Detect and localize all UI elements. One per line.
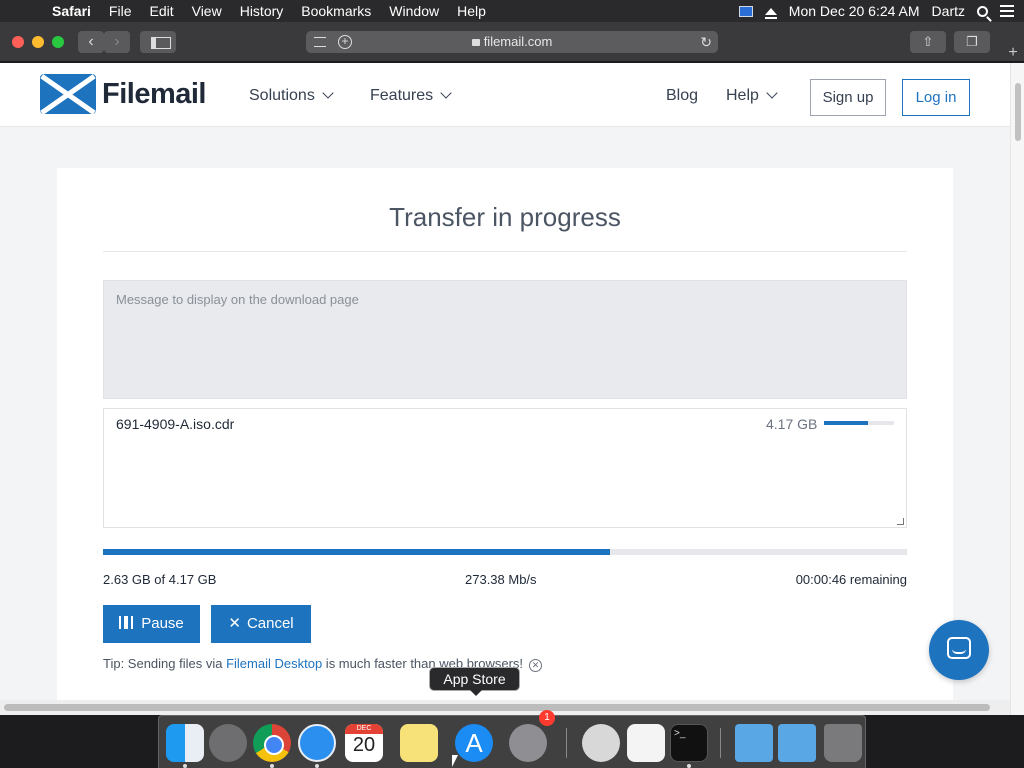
- tab-overview-button[interactable]: ❐: [954, 31, 990, 53]
- divider: [103, 251, 907, 252]
- menu-view[interactable]: View: [192, 3, 222, 19]
- forward-button[interactable]: ›: [104, 31, 130, 53]
- new-tab-button[interactable]: +: [1002, 44, 1024, 62]
- spotlight-icon[interactable]: [977, 5, 988, 17]
- chevron-down-icon: [766, 87, 778, 99]
- minimize-window-button[interactable]: [32, 36, 44, 48]
- launchpad-icon[interactable]: [209, 724, 247, 762]
- url-text: filemail.com: [483, 34, 553, 49]
- terminal-icon[interactable]: >_: [670, 724, 708, 762]
- menu-edit[interactable]: Edit: [149, 3, 173, 19]
- time-remaining: 00:00:46 remaining: [795, 572, 907, 587]
- nav-help[interactable]: Help: [726, 87, 778, 105]
- filemail-desktop-link[interactable]: Filemail Desktop: [226, 656, 322, 671]
- dock: DEC 20 A 1 >_: [158, 710, 866, 768]
- file-progress-bar: [824, 421, 894, 425]
- file-progress-fill: [824, 421, 869, 425]
- site-header: Filemail Solutions Features Blog Help Si…: [0, 63, 1010, 127]
- filemail-logo[interactable]: Filemail: [40, 74, 207, 114]
- nav-help-label: Help: [726, 87, 759, 104]
- message-placeholder: Message to display on the download page: [116, 292, 359, 307]
- address-bar[interactable]: + filemail.com ↻: [306, 31, 718, 53]
- menu-user[interactable]: Dartz: [932, 3, 965, 19]
- nav-solutions[interactable]: Solutions: [249, 87, 334, 105]
- transfer-speed: 273.38 Mb/s: [465, 572, 537, 587]
- page-title: Transfer in progress: [389, 202, 621, 232]
- menu-window[interactable]: Window: [389, 3, 439, 19]
- add-bookmark-icon[interactable]: +: [338, 35, 352, 49]
- mouse-cursor-icon: [452, 755, 458, 767]
- share-button[interactable]: ⇧: [910, 31, 946, 53]
- close-window-button[interactable]: [12, 36, 24, 48]
- vertical-scrollbar[interactable]: [1010, 63, 1024, 715]
- applications-folder-icon[interactable]: [735, 724, 773, 762]
- calendar-icon[interactable]: DEC 20: [345, 724, 383, 762]
- reader-view-icon[interactable]: [314, 37, 326, 47]
- horizontal-scrollbar[interactable]: [0, 700, 1010, 715]
- transferred-amount: 2.63 GB of 4.17 GB: [103, 572, 217, 587]
- downloads-folder-icon[interactable]: [778, 724, 816, 762]
- web-page: Filemail Solutions Features Blog Help Si…: [0, 63, 1024, 715]
- signup-button[interactable]: Sign up: [810, 79, 886, 116]
- screenshot-icon[interactable]: [582, 724, 620, 762]
- file-name: 691-4909-A.iso.cdr: [116, 416, 235, 432]
- close-icon: ✕: [228, 615, 241, 632]
- logo-text: Filemail: [102, 77, 207, 110]
- nav-blog[interactable]: Blog: [666, 87, 698, 105]
- trash-icon[interactable]: [824, 724, 862, 762]
- system-preferences-icon[interactable]: [509, 724, 547, 762]
- transfer-progress-fill: [103, 549, 610, 555]
- nav-features-label: Features: [370, 87, 434, 104]
- status-menus: Mon Dec 20 6:24 AM Dartz: [727, 0, 1014, 22]
- app-menu: Safari File Edit View History Bookmarks …: [52, 3, 504, 19]
- chevron-down-icon: [440, 87, 452, 99]
- pause-icon: [119, 616, 134, 629]
- chrome-icon[interactable]: [253, 724, 291, 762]
- menu-history[interactable]: History: [240, 3, 284, 19]
- nav-features[interactable]: Features: [370, 87, 452, 105]
- notification-center-icon[interactable]: [1000, 5, 1014, 17]
- notification-badge: 1: [539, 710, 555, 726]
- menu-clock[interactable]: Mon Dec 20 6:24 AM: [789, 3, 920, 19]
- chat-launcher-button[interactable]: [929, 620, 989, 680]
- chat-bubble-icon: [947, 637, 971, 659]
- browser-toolbar: ‹ › + filemail.com ↻ ⇧ ❐ +: [0, 22, 1024, 62]
- logo-mark-icon: [40, 74, 96, 114]
- safari-icon[interactable]: [298, 724, 336, 762]
- message-textarea[interactable]: Message to display on the download page: [103, 280, 907, 399]
- dismiss-tip-icon[interactable]: ✕: [529, 659, 543, 672]
- cancel-label: Cancel: [246, 615, 294, 632]
- finder-icon[interactable]: [166, 724, 204, 762]
- pause-button[interactable]: Pause: [103, 605, 200, 643]
- transfer-progress-bar: [103, 549, 907, 555]
- pause-label: Pause: [141, 615, 184, 632]
- back-button[interactable]: ‹: [78, 31, 104, 53]
- dock-tooltip: App Store: [429, 667, 520, 696]
- file-size: 4.17 GB: [766, 416, 818, 432]
- app-store-icon[interactable]: A: [455, 724, 493, 762]
- menu-help[interactable]: Help: [457, 3, 486, 19]
- input-source-icon[interactable]: [738, 5, 753, 17]
- menu-bar: Safari File Edit View History Bookmarks …: [0, 0, 1024, 22]
- nav-solutions-label: Solutions: [249, 87, 315, 104]
- login-button[interactable]: Log in: [902, 79, 970, 116]
- chevron-down-icon: [322, 87, 334, 99]
- cancel-button[interactable]: ✕ Cancel: [211, 605, 311, 643]
- lock-icon: [471, 39, 480, 46]
- tip-prefix: Tip: Sending files via: [103, 656, 227, 671]
- transfer-card: Transfer in progress Message to display …: [57, 168, 953, 715]
- menu-file[interactable]: File: [109, 3, 132, 19]
- textedit-icon[interactable]: [627, 724, 665, 762]
- menu-bookmarks[interactable]: Bookmarks: [301, 3, 371, 19]
- sidebar-toggle-icon[interactable]: [140, 31, 176, 53]
- resize-grip-icon[interactable]: [897, 518, 904, 525]
- file-list: 691-4909-A.iso.cdr 4.17 GB: [103, 408, 907, 528]
- fullscreen-window-button[interactable]: [52, 36, 64, 48]
- notes-icon[interactable]: [400, 724, 438, 762]
- menu-app-safari[interactable]: Safari: [52, 3, 91, 19]
- eject-icon[interactable]: [764, 7, 777, 19]
- reload-icon[interactable]: ↻: [700, 31, 712, 53]
